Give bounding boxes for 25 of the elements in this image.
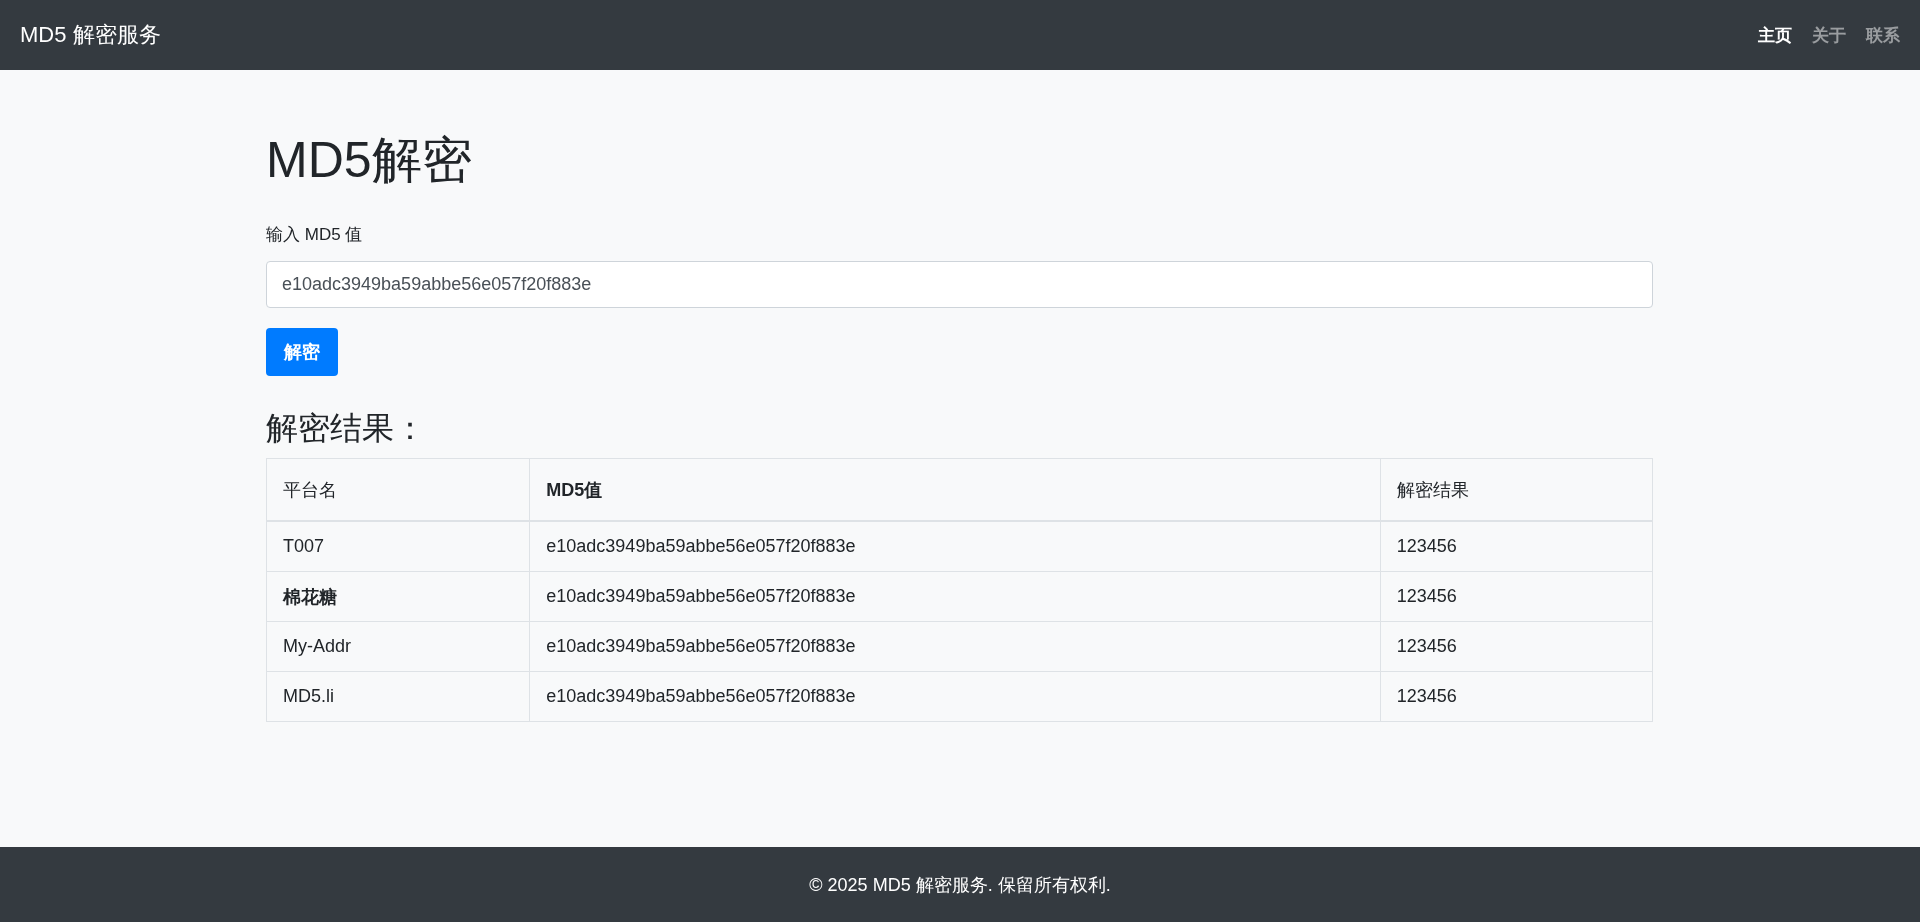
nav-link[interactable]: 关于	[1812, 23, 1846, 47]
md5-input-field[interactable]: e10adc3949ba59abbe56e057f20f883e	[266, 261, 1653, 308]
results-heading: 解密结果：	[266, 409, 426, 448]
table-cell: MD5.li	[266, 671, 530, 722]
column-header: 平台名	[266, 458, 530, 521]
table-cell: 棉花糖	[266, 571, 530, 622]
table-cell: 123456	[1380, 621, 1653, 672]
field-label: 输入 MD5 值	[266, 224, 363, 246]
column-header: 解密结果	[1380, 458, 1653, 521]
decrypt-button[interactable]: 解密	[266, 328, 338, 376]
table-cell: My-Addr	[266, 621, 530, 672]
table-cell: e10adc3949ba59abbe56e057f20f883e	[529, 621, 1381, 672]
nav-link[interactable]: 联系	[1866, 23, 1900, 47]
table-cell: e10adc3949ba59abbe56e057f20f883e	[529, 571, 1381, 622]
table-cell: e10adc3949ba59abbe56e057f20f883e	[529, 521, 1381, 572]
nav-link[interactable]: 主页	[1758, 23, 1792, 47]
page-title: MD5解密	[266, 131, 472, 189]
table-cell: 123456	[1380, 671, 1653, 722]
column-header: MD5值	[529, 458, 1381, 521]
copyright-text: © 2025 MD5 解密服务. 保留所有权利.	[809, 873, 1111, 897]
table-cell: 123456	[1380, 571, 1653, 622]
table-cell: T007	[266, 521, 530, 572]
table-cell: e10adc3949ba59abbe56e057f20f883e	[529, 671, 1381, 722]
table-cell: 123456	[1380, 521, 1653, 572]
brand-link[interactable]: MD5 解密服务	[20, 20, 161, 50]
